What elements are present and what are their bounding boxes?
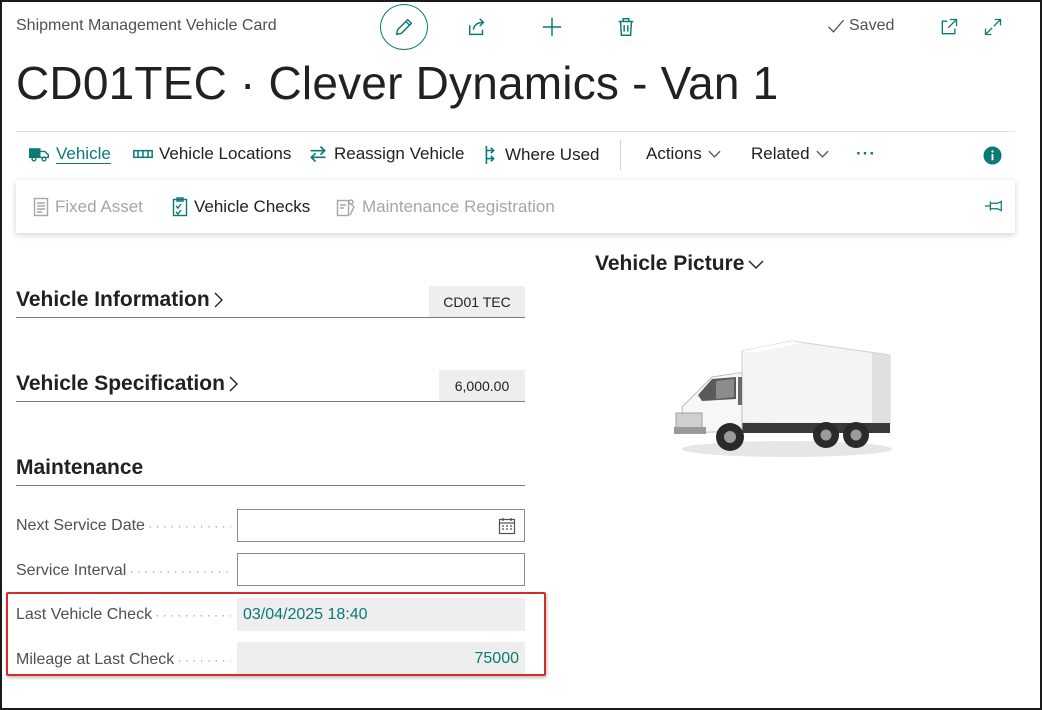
action-where-used-label: Where Used [505,145,600,164]
truck-icon [29,148,49,162]
pin-button[interactable] [984,199,1004,218]
action-reassign-vehicle[interactable]: Reassign Vehicle [308,144,464,164]
section-vehicle-specification-title: Vehicle Specification [16,372,225,395]
vehicle-information-summary: CD01 TEC [429,286,525,318]
section-divider [16,401,525,402]
info-button[interactable] [983,146,1002,170]
action-vehicle-checks-label: Vehicle Checks [194,197,311,216]
chevron-right-icon [214,292,223,308]
chevron-right-icon [229,376,238,392]
vehicle-card-window: Shipment Management Vehicle Card Saved C… [0,0,1042,710]
new-button[interactable] [539,14,565,40]
vehicle-picture-image [674,340,892,457]
action-fixed-asset-label: Fixed Asset [55,197,143,216]
check-icon [828,19,844,33]
chevron-down-icon [708,150,721,158]
saved-status: Saved [826,17,894,35]
action-reassign-vehicle-label: Reassign Vehicle [334,144,465,163]
highlight-box [6,592,546,676]
action-vehicle-checks[interactable]: Vehicle Checks [172,197,310,217]
service-interval-input[interactable] [237,553,525,586]
menu-related[interactable]: Related [751,144,829,164]
plus-icon [542,17,562,37]
section-vehicle-picture-title: Vehicle Picture [595,252,745,275]
trash-icon [618,18,634,36]
section-vehicle-information-title: Vehicle Information [16,288,210,311]
expand-button[interactable] [980,14,1006,40]
section-divider [16,317,525,318]
wrench-registration-icon [336,199,355,217]
calendar-icon[interactable] [498,517,516,535]
document-icon [33,197,49,217]
action-maintenance-registration-label: Maintenance Registration [362,197,555,216]
action-bar: Vehicle Vehicle Locations Reassign Vehic… [16,138,1015,174]
section-maintenance[interactable]: Maintenance [16,456,143,480]
section-vehicle-information[interactable]: Vehicle Information [16,288,223,312]
open-in-new-window-button[interactable] [936,14,962,40]
edit-button[interactable] [380,4,428,50]
section-vehicle-specification[interactable]: Vehicle Specification [16,372,238,396]
action-vehicle-locations-label: Vehicle Locations [159,144,292,163]
menu-actions-label: Actions [646,144,702,163]
share-icon [468,18,485,36]
section-divider [16,485,525,486]
service-interval-label: Service Interval [16,562,231,580]
open-in-new-icon [941,18,958,35]
chevron-down-icon [748,260,764,269]
vehicle-specification-summary: 6,000.00 [439,370,525,402]
next-service-date-label: Next Service Date [16,517,231,535]
info-icon [983,146,1002,165]
rail-icon [133,149,153,159]
swap-arrows-icon [310,145,326,163]
checklist-icon [172,197,188,217]
delete-button[interactable] [613,14,639,40]
action-fixed-asset[interactable]: Fixed Asset [33,197,143,217]
tree-arrows-icon [485,146,495,164]
action-bar-separator [620,140,621,170]
page-title: CD01TEC · Clever Dynamics - Van 1 [16,57,779,109]
action-vehicle-label: Vehicle [56,144,111,163]
action-maintenance-registration[interactable]: Maintenance Registration [336,197,555,217]
action-where-used[interactable]: Where Used [481,144,599,166]
pin-icon [984,200,1002,212]
page-breadcrumb: Shipment Management Vehicle Card [16,17,277,34]
action-vehicle-locations[interactable]: Vehicle Locations [133,144,291,164]
section-maintenance-title: Maintenance [16,456,144,479]
chevron-down-icon [816,150,829,158]
action-vehicle[interactable]: Vehicle [28,144,111,164]
promoted-actions-panel: Fixed Asset Vehicle Checks Maintenance R… [16,180,1015,233]
menu-actions[interactable]: Actions [646,144,721,164]
menu-related-label: Related [751,144,810,163]
section-vehicle-picture[interactable]: Vehicle Picture [595,252,764,276]
next-service-date-input[interactable] [237,509,525,542]
expand-icon [984,18,1002,36]
pencil-icon [395,18,413,36]
header-divider [16,131,1015,132]
more-options-button[interactable]: ··· [856,144,876,164]
saved-label: Saved [849,17,895,34]
share-button[interactable] [464,14,490,40]
